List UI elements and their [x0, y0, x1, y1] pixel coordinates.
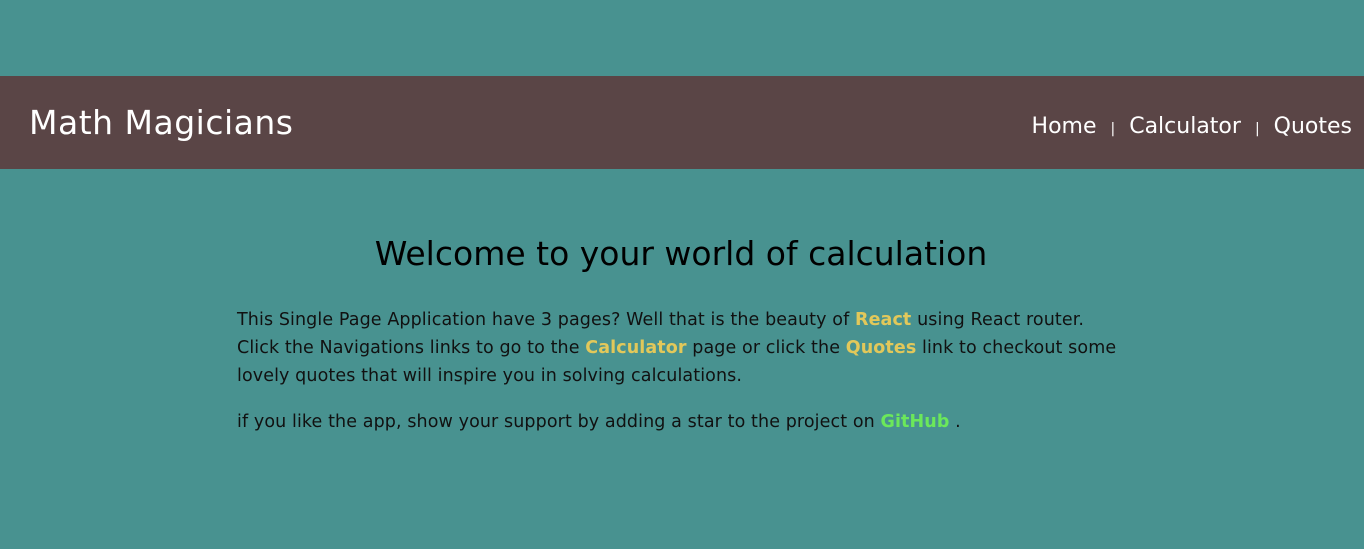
support-paragraph: if you like the app, show your support b… [237, 408, 1127, 436]
intro-content: This Single Page Application have 3 page… [237, 306, 1127, 436]
intro-paragraph: This Single Page Application have 3 page… [237, 306, 1127, 390]
nav-links: Home | Calculator | Quotes [1032, 113, 1352, 141]
quotes-link[interactable]: Quotes [846, 338, 917, 358]
nav-link-home[interactable]: Home [1032, 113, 1097, 141]
support-text: if you like the app, show your support b… [237, 412, 881, 432]
github-link[interactable]: GitHub [880, 412, 949, 432]
support-text: . [949, 412, 961, 432]
nav-link-quotes[interactable]: Quotes [1274, 113, 1352, 141]
nav-separator: | [1254, 121, 1260, 137]
intro-text: This Single Page Application have 3 page… [237, 310, 855, 330]
navbar: Math Magicians Home | Calculator | Quote… [0, 76, 1364, 169]
react-highlight: React [855, 310, 912, 330]
nav-link-calculator[interactable]: Calculator [1129, 113, 1241, 141]
page-heading: Welcome to your world of calculation [374, 234, 988, 273]
intro-text: page or click the [686, 338, 846, 358]
calculator-link[interactable]: Calculator [585, 338, 686, 358]
nav-separator: | [1110, 121, 1116, 137]
brand-title: Math Magicians [29, 103, 294, 142]
